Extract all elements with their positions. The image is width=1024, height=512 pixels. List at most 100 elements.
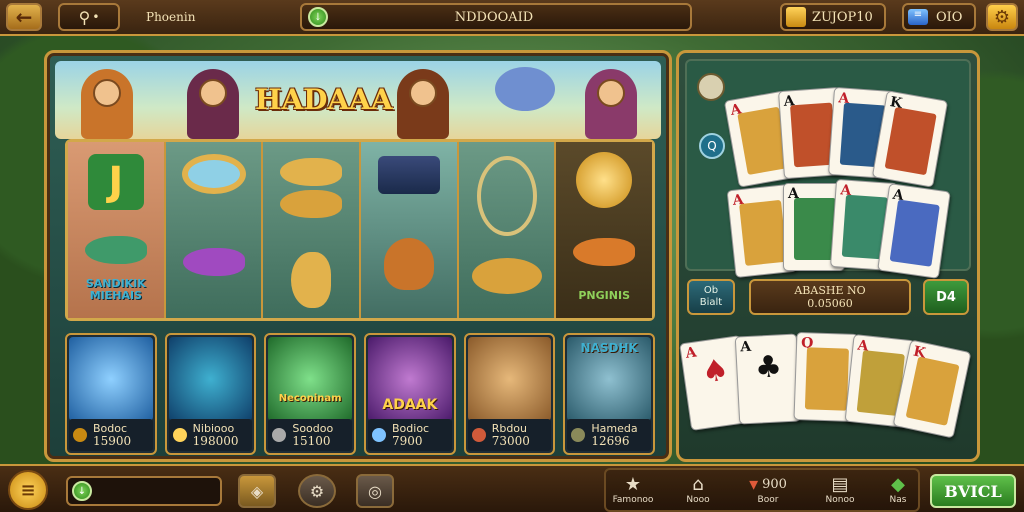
nav-home[interactable]: ⌂ Nooo (672, 470, 724, 510)
balance-text: NDDOOAID (454, 9, 534, 25)
info-line-2: 0.05060 (807, 297, 853, 310)
gem-card-icon: ≡ (908, 9, 928, 25)
reel-4 (361, 142, 459, 318)
nav-favorites[interactable]: ★ Famonoo (606, 470, 660, 510)
hook-fish-symbol (476, 156, 537, 236)
shop-button[interactable]: ◈ (238, 474, 276, 508)
reel-5 (458, 142, 557, 318)
ring-symbol (181, 154, 246, 194)
cog-icon: ⚙ (309, 481, 325, 501)
coins-value: ZUJOР10 (812, 9, 873, 25)
house-icon: ⌂ (692, 473, 704, 495)
game-card-5[interactable]: Rbdou 73000 (463, 333, 556, 455)
queen-badge[interactable]: Q (699, 133, 725, 159)
gold-coin-symbol (576, 152, 633, 208)
gear-icon: ⚙ (993, 6, 1011, 28)
nav-gift[interactable]: ◆ Nas (876, 470, 920, 510)
bottom-bar: ≡ ↓ ◈ ⚙ ◎ ★ Famonoo ⌂ Nooo ▾ 900 Boor ▤ Nonoo… (0, 464, 1024, 512)
orange-fish-symbol (573, 238, 636, 266)
box-icon: ▤ (831, 473, 849, 495)
top-bar: ← ⚲ • Phoenin ↓ NDDOOAID ZUJOР10 ≡ OIO ⚙ (0, 0, 1024, 36)
back-button[interactable]: ← (6, 3, 42, 31)
camera-button[interactable]: ◎ (356, 474, 394, 508)
tag-icon: ◈ (250, 481, 264, 501)
character-bird (495, 67, 555, 111)
coin-icon (172, 428, 187, 442)
nav-label: Nooo (686, 494, 710, 505)
arrow-left-icon: ← (15, 5, 33, 29)
hand-card[interactable]: A ♣ (734, 333, 802, 425)
goldfish-art (69, 337, 153, 421)
player-name: Phoenin (146, 10, 196, 24)
nav-label: Famonoo (612, 494, 654, 505)
ruby-icon (471, 428, 486, 442)
game-card-overlay: NASDHK (580, 341, 638, 355)
coin-stack-icon (786, 7, 806, 27)
timer-icon[interactable] (697, 73, 725, 101)
card-game-panel: Q A A A K A A A A Ob Bialt ABASHE NO 0.050… (676, 50, 980, 462)
game-card-3[interactable]: Neconinam Soodoo 15100 (264, 333, 357, 455)
bet-button[interactable]: Ob Bialt (687, 279, 735, 315)
reel-3 (263, 142, 362, 318)
balance-display: ↓ NDDOOAID (300, 3, 692, 31)
reel-1: J SANDIKIK MIEHAIS (68, 142, 166, 318)
gems-value: OIO (936, 9, 963, 25)
gem-icon (372, 428, 387, 442)
game-card-4[interactable]: ADAAK Bodioc 7900 (364, 333, 456, 455)
treasure-chest-art (467, 337, 552, 421)
game-card-value: 15900 (93, 434, 132, 448)
nav-label: Boor (757, 494, 779, 505)
game-cards-row: Bodoc 15900 Nibiooo 198000 Neconinam Soodo… (65, 333, 656, 455)
game-card-value: 12696 (591, 434, 630, 448)
balance-icon: ↓ (308, 7, 328, 27)
settings-button[interactable]: ⚙ (986, 3, 1018, 31)
character-pirate (397, 69, 449, 139)
card-table: Q A A A K A A A A (685, 59, 971, 279)
reel-2 (165, 142, 264, 318)
letter-j-symbol: J (87, 154, 144, 210)
hat-man-art (268, 337, 353, 421)
game-card-value: 73000 (491, 434, 530, 448)
nav-label: Nas (889, 494, 907, 505)
slot-reels[interactable]: J SANDIKIK MIEHAIS PNGINIS (65, 139, 655, 321)
game-card-6[interactable]: NASDHK Hameda 12696 (563, 333, 656, 455)
menu-button[interactable]: ≡ (8, 470, 48, 510)
search-button[interactable]: ⚲ • (58, 3, 120, 31)
gold-fish-symbol (280, 190, 343, 218)
game-card-1[interactable]: Bodoc 15900 (65, 333, 157, 455)
camera-icon: ◎ (368, 481, 382, 501)
character-explorer (81, 69, 133, 139)
level-icon: ↓ (72, 481, 92, 501)
pirate-face-symbol (383, 238, 434, 290)
character-girl (585, 69, 637, 139)
slot-machine-panel: HADAAA J SANDIKIK MIEHAIS PNGINIS Bodoc … (44, 50, 672, 462)
bucket-icon: ▾ (749, 473, 759, 495)
game-card-value: 15100 (292, 434, 331, 448)
horn-symbol (471, 258, 542, 294)
fish-symbol (84, 236, 147, 264)
coins-display[interactable]: ZUJOР10 (780, 3, 886, 31)
nav-box[interactable]: ▤ Nonoo (814, 470, 866, 510)
clock-icon (272, 428, 287, 442)
options-button[interactable]: ⚙ (298, 474, 336, 508)
bucket-count: 900 (762, 476, 787, 492)
lock-icon (571, 428, 586, 442)
game-logo: HADAAA (255, 83, 393, 116)
game-card-overlay: ADAAK (382, 397, 438, 413)
progress-field[interactable]: ↓ (66, 476, 222, 506)
reel-6: PNGINIS (556, 142, 653, 318)
game-card-overlay: Neconinam (278, 393, 342, 404)
bet-label-1: Ob (703, 285, 719, 296)
gems-display[interactable]: ≡ OIO (902, 3, 976, 31)
nav-bucket[interactable]: ▾ 900 Boor (734, 470, 802, 510)
star-icon: ★ (624, 473, 642, 495)
deal-button[interactable]: D4 (923, 279, 969, 315)
start-button[interactable]: BVICL (930, 474, 1016, 508)
playing-card[interactable]: A (877, 183, 951, 279)
slot-banner: HADAAA (55, 61, 661, 139)
menu-icon: ≡ (20, 479, 36, 501)
gold-fish-symbol (280, 158, 343, 186)
reel-1-label: SANDIKIK MIEHAIS (85, 277, 146, 302)
info-line-1: ABASHE NO (794, 284, 866, 297)
game-card-2[interactable]: Nibiooo 198000 (164, 333, 257, 455)
